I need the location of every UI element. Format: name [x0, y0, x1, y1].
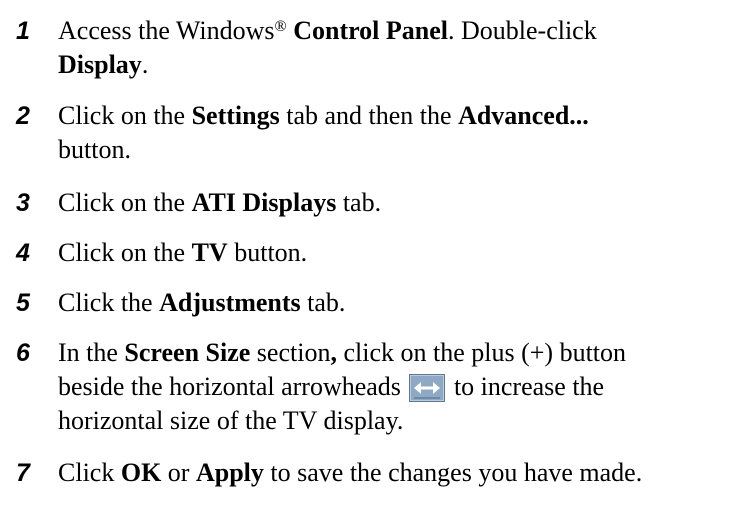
- tv-term: TV: [191, 238, 228, 267]
- step-2: 2 Click on the Settings tab and then the…: [0, 99, 740, 167]
- step-number: 3: [16, 189, 30, 217]
- step-number: 2: [16, 102, 30, 130]
- horizontal-arrowheads-icon: [409, 374, 446, 402]
- step-4: 4 Click on the TV button.: [0, 236, 740, 270]
- adjustments-term: Adjustments: [159, 288, 301, 317]
- step-number: 1: [16, 17, 30, 45]
- step-text: Click on the Settings tab and then the A…: [58, 101, 589, 164]
- control-panel-term: Control Panel: [293, 16, 448, 45]
- step-number: 6: [16, 339, 30, 367]
- step-text: Access the Windows® Control Panel. Doubl…: [58, 16, 597, 79]
- apply-term: Apply: [195, 458, 264, 487]
- step-1: 1 Access the Windows® Control Panel. Dou…: [0, 14, 740, 82]
- step-5: 5 Click the Adjustments tab.: [0, 286, 740, 320]
- screen-size-term: Screen Size: [124, 338, 251, 367]
- step-number: 5: [16, 289, 30, 317]
- step-3: 3 Click on the ATI Displays tab.: [0, 186, 740, 220]
- step-7: 7 Click OK or Apply to save the changes …: [0, 456, 740, 490]
- step-number: 7: [16, 459, 30, 487]
- ok-term: OK: [120, 458, 162, 487]
- ati-displays-term: ATI Displays: [191, 188, 337, 217]
- instruction-steps: 1 Access the Windows® Control Panel. Dou…: [0, 0, 740, 516]
- step-text: Click on the TV button.: [58, 238, 308, 267]
- step-text: Click OK or Apply to save the changes yo…: [58, 458, 643, 487]
- settings-term: Settings: [191, 101, 280, 130]
- step-text: Click on the ATI Displays tab.: [58, 188, 382, 217]
- step-text: Click the Adjustments tab.: [58, 288, 346, 317]
- step-6: 6 In the Screen Size section, click on t…: [0, 336, 740, 438]
- step-number: 4: [16, 239, 30, 267]
- advanced-term: Advanced...: [458, 101, 589, 130]
- display-term: Display: [58, 50, 142, 79]
- step-text: In the Screen Size section, click on the…: [58, 338, 627, 435]
